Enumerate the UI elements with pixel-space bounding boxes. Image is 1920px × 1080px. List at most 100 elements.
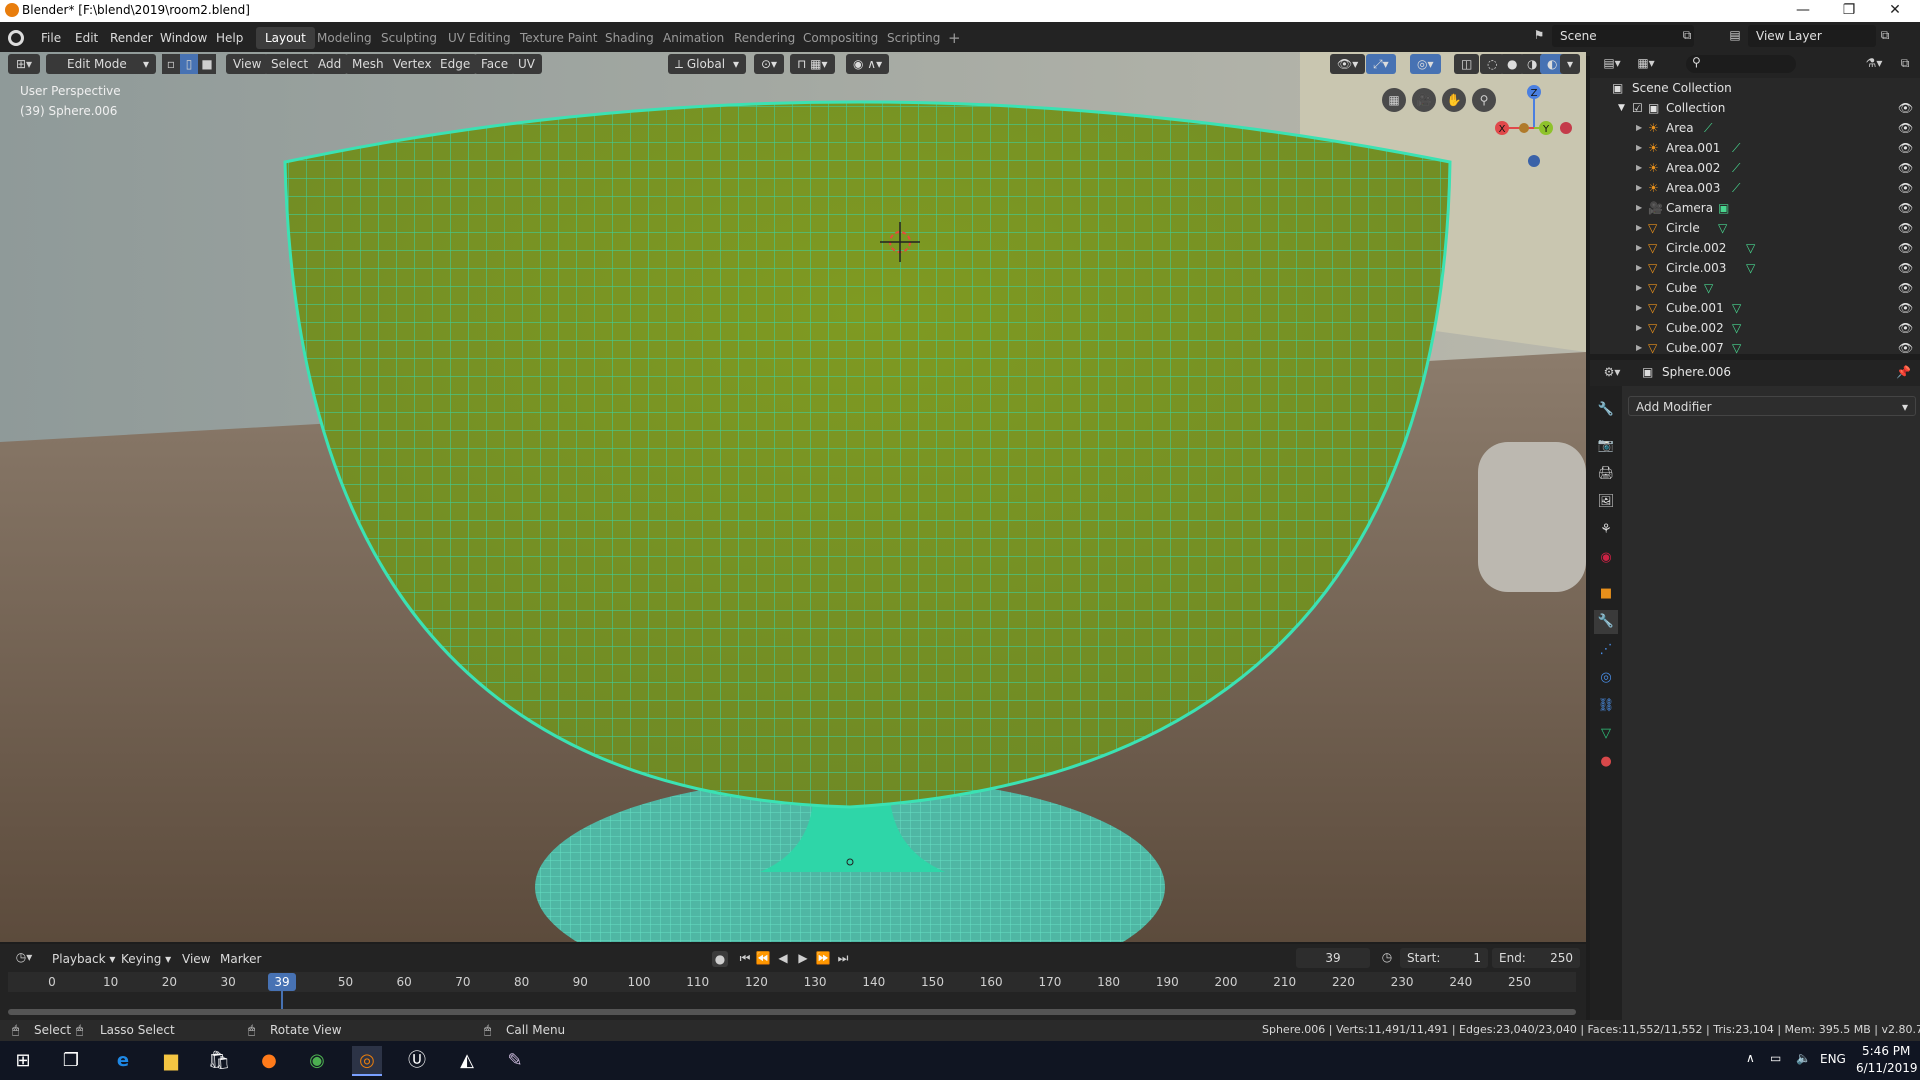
eye-icon[interactable]: 👁 (1898, 198, 1913, 218)
new-view-layer-icon[interactable]: ⧉ (1876, 28, 1894, 43)
volume-icon[interactable]: 🔈 (1796, 1051, 1811, 1065)
menu-uv[interactable]: UV (511, 54, 542, 74)
shading-options-icon[interactable]: ▾ (1560, 54, 1581, 74)
start-frame-field[interactable]: Start: 1 (1400, 948, 1488, 968)
outliner-item-cube[interactable]: ▶ ▽ Cube ▽ 👁 (1590, 278, 1920, 298)
expand-icon[interactable]: ▶ (1636, 118, 1642, 138)
end-frame-field[interactable]: End: 250 (1492, 948, 1580, 968)
orientation-dropdown[interactable]: ⟂ Global ▾ (668, 54, 746, 74)
blender-menu-icon[interactable] (8, 30, 24, 46)
outliner-item-cube-002[interactable]: ▶ ▽ Cube.002 ▽ 👁 (1590, 318, 1920, 338)
outliner-editor-icon[interactable]: ▤▾ (1598, 56, 1626, 70)
jump-keyframe-prev-icon[interactable]: ⏪ (754, 951, 772, 965)
new-collection-icon[interactable]: ⧉ (1896, 56, 1914, 71)
overlay-icon[interactable]: ◎▾ (1410, 54, 1441, 74)
store-icon[interactable]: 🛍 (204, 1046, 234, 1076)
pan-view-icon[interactable]: ✋ (1442, 88, 1466, 112)
editor-type-icon[interactable]: ⊞▾ (8, 54, 40, 74)
viewport-scene[interactable] (0, 52, 1586, 942)
scene-tab-icon[interactable]: ⚘ (1594, 518, 1618, 542)
gizmo-neg-y-icon[interactable] (1519, 123, 1529, 133)
outliner-item-circle-002[interactable]: ▶ ▽ Circle.002 ▽ 👁 (1590, 238, 1920, 258)
close-icon[interactable]: ✕ (1872, 0, 1918, 22)
object-tab-icon[interactable]: ■ (1594, 582, 1618, 606)
scene-field[interactable]: Scene (1552, 25, 1694, 47)
restore-icon[interactable]: ❐ (1826, 0, 1872, 22)
tab-rendering[interactable]: Rendering (725, 27, 804, 49)
current-frame-field[interactable]: 39 (1296, 948, 1370, 968)
view-layer-browse-icon[interactable]: ▤ (1724, 28, 1746, 42)
tab-compositing[interactable]: Compositing (794, 27, 887, 49)
output-tab-icon[interactable]: 🖨 (1594, 462, 1618, 486)
constraints-tab-icon[interactable]: ⛓ (1594, 694, 1618, 718)
xray-icon[interactable]: ◫ (1454, 54, 1480, 74)
language-indicator[interactable]: ENG (1820, 1052, 1846, 1066)
outliner-item-area[interactable]: ▶ ☀ Area ⟋ 👁 (1590, 118, 1920, 138)
modifier-tab-icon[interactable]: 🔧 (1594, 610, 1618, 634)
properties-editor[interactable]: ⚙▾ ▣ Sphere.006 📌 Add Modifier ▾ (1590, 360, 1920, 1020)
task-view-icon[interactable]: ❐ (56, 1046, 86, 1076)
gizmo-neg-x-icon[interactable] (1560, 122, 1572, 134)
menu-mesh[interactable]: Mesh (345, 54, 391, 74)
navigation-gizmo[interactable]: Z X Y (1490, 84, 1580, 174)
clock-time[interactable]: 5:46 PM (1862, 1044, 1910, 1058)
outliner[interactable]: ▤▾ ▦▾ ⚲ ⚗▾ ⧉ ▣ Scene Collection ▼ ☑ ▣ Co… (1590, 52, 1920, 355)
eye-icon[interactable]: 👁 (1898, 118, 1913, 138)
expand-icon[interactable]: ▶ (1636, 138, 1642, 158)
eye-icon[interactable]: 👁 (1898, 318, 1913, 338)
mode-dropdown[interactable]: Edit Mode ▾ (46, 54, 156, 74)
menu-keying[interactable]: Keying ▾ (113, 948, 179, 970)
scene-browse-icon[interactable]: ⚑ (1528, 28, 1550, 42)
outliner-item-area-003[interactable]: ▶ ☀ Area.003 ⟋ 👁 (1590, 178, 1920, 198)
particles-tab-icon[interactable]: ⋰ (1594, 638, 1618, 662)
expand-icon[interactable]: ▶ (1636, 218, 1642, 238)
outliner-item-area-002[interactable]: ▶ ☀ Area.002 ⟋ 👁 (1590, 158, 1920, 178)
eye-icon[interactable]: 👁 (1898, 98, 1913, 118)
menu-view[interactable]: View (226, 54, 269, 74)
unity-icon[interactable]: ◭ (452, 1046, 482, 1076)
menu-select[interactable]: Select (264, 54, 316, 74)
gizmo-neg-z-icon[interactable] (1528, 155, 1540, 167)
checkbox-icon[interactable]: ☑ (1632, 98, 1643, 118)
eye-icon[interactable]: 👁 (1898, 238, 1913, 258)
eye-icon[interactable]: 👁 (1898, 158, 1913, 178)
add-modifier-dropdown[interactable]: Add Modifier ▾ (1628, 396, 1916, 416)
menu-edge[interactable]: Edge (433, 54, 478, 74)
render-tab-icon[interactable]: 📷 (1594, 434, 1618, 458)
expand-icon[interactable]: ▶ (1636, 178, 1642, 198)
eye-icon[interactable]: 👁 (1898, 278, 1913, 298)
outliner-search-field[interactable]: ⚲ (1686, 55, 1796, 73)
eye-icon[interactable]: 👁 (1898, 178, 1913, 198)
outliner-item-cube-001[interactable]: ▶ ▽ Cube.001 ▽ 👁 (1590, 298, 1920, 318)
minimize-icon[interactable]: — (1780, 0, 1826, 22)
properties-editor-icon[interactable]: ⚙▾ (1598, 365, 1626, 379)
menu-vertex[interactable]: Vertex (386, 54, 439, 74)
expand-icon[interactable]: ▶ (1636, 258, 1642, 278)
physics-tab-icon[interactable]: ◎ (1594, 666, 1618, 690)
menu-edit[interactable]: Edit (67, 27, 106, 49)
tab-texture-paint[interactable]: Texture Paint (511, 27, 606, 49)
menu-playback[interactable]: Playback ▾ (44, 948, 123, 970)
camera-view-icon[interactable]: 🎥 (1412, 88, 1436, 112)
blender-taskbar-icon[interactable]: ◎ (352, 1046, 382, 1076)
expand-icon[interactable]: ▶ (1636, 238, 1642, 258)
expand-icon[interactable]: ▶ (1636, 158, 1642, 178)
eye-icon[interactable]: 👁 (1898, 298, 1913, 318)
tab-uv-editing[interactable]: UV Editing (439, 27, 520, 49)
firefox-icon[interactable]: ● (254, 1046, 284, 1076)
timeline-scrollbar[interactable] (8, 1009, 1576, 1015)
expand-icon[interactable]: ▶ (1636, 278, 1642, 298)
proportional-edit-icon[interactable]: ◉ ∧▾ (846, 54, 890, 74)
windows-start-icon[interactable]: ⊞ (8, 1046, 38, 1076)
file-explorer-icon[interactable]: ▆ (156, 1046, 186, 1076)
unreal-icon[interactable]: Ⓤ (402, 1046, 432, 1076)
expand-icon[interactable]: ▶ (1636, 198, 1642, 218)
app-icon[interactable]: ✎ (500, 1046, 530, 1076)
face-select-icon[interactable]: ■ (198, 54, 216, 74)
playhead-marker[interactable]: 39 (268, 973, 296, 991)
tab-layout[interactable]: Layout (256, 27, 315, 49)
view-layer-tab-icon[interactable]: 🖼 (1594, 490, 1618, 514)
outliner-item-circle-003[interactable]: ▶ ▽ Circle.003 ▽ 👁 (1590, 258, 1920, 278)
eye-icon[interactable]: 👁 (1898, 258, 1913, 278)
material-tab-icon[interactable]: ● (1594, 750, 1618, 774)
